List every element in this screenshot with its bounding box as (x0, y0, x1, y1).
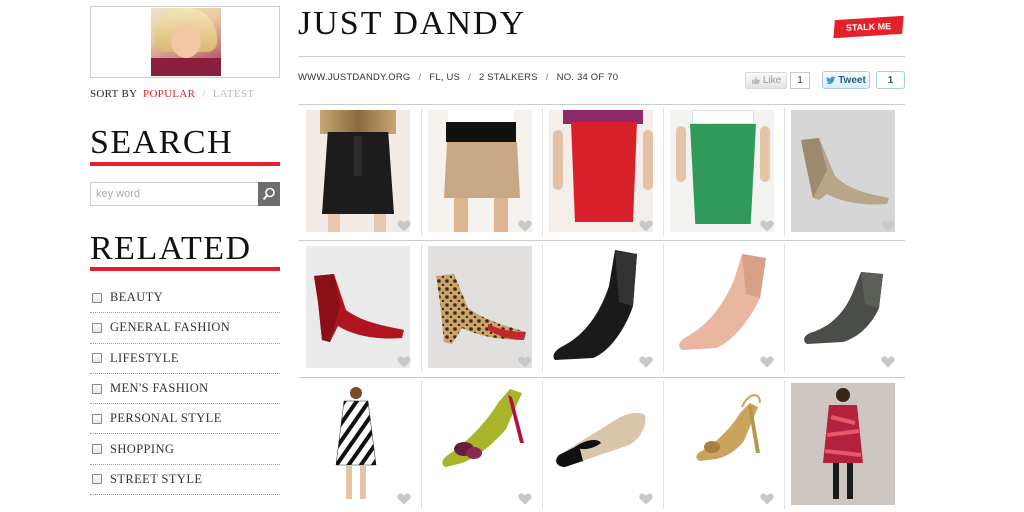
related-item-label: MEN'S FASHION (110, 381, 209, 396)
heart-icon[interactable] (397, 493, 411, 505)
sort-label: SORT BY (90, 88, 137, 100)
checkbox[interactable] (92, 413, 102, 424)
heart-icon[interactable] (639, 220, 653, 232)
heart-icon[interactable] (760, 220, 774, 232)
product-card-glitter-slingback[interactable] (663, 381, 778, 509)
facebook-like-button[interactable]: Like (745, 72, 787, 89)
tweet-label: Tweet (838, 74, 866, 86)
product-card-red-print-dress[interactable] (784, 381, 899, 509)
tweet-button[interactable]: Tweet (822, 71, 870, 89)
header-divider (298, 56, 905, 57)
related-category-list: BEAUTY GENERAL FASHION LIFESTYLE MEN'S F… (90, 283, 280, 496)
product-card-green-bow-pump[interactable] (421, 381, 536, 509)
red-pencil-skirt-image[interactable] (549, 110, 653, 232)
heart-icon[interactable] (760, 356, 774, 368)
zebra-dress-image[interactable] (306, 383, 410, 505)
checkbox[interactable] (92, 353, 102, 364)
heart-icon[interactable] (397, 220, 411, 232)
sort-controls: SORT BY POPULAR / LATEST (90, 88, 254, 100)
checkbox[interactable] (92, 474, 102, 485)
product-card-black-suede-wedge[interactable] (542, 244, 657, 372)
heart-icon[interactable] (639, 493, 653, 505)
red-suede-wedge-image[interactable] (306, 246, 410, 368)
product-card-red-pencil-skirt[interactable] (542, 108, 657, 236)
heart-icon[interactable] (397, 356, 411, 368)
product-card-red-suede-wedge[interactable] (300, 244, 415, 372)
sort-popular-link[interactable]: POPULAR (143, 88, 195, 100)
checkbox[interactable] (92, 444, 102, 455)
stalkers-count[interactable]: 2 STALKERS (479, 72, 538, 83)
heart-icon[interactable] (881, 356, 895, 368)
related-item-label: LIFESTYLE (110, 350, 179, 365)
stalk-me-button[interactable]: STALK ME (833, 16, 905, 38)
related-heading: RELATED (90, 230, 252, 267)
related-item-personal-style[interactable]: PERSONAL STYLE (90, 404, 280, 435)
thumbs-up-icon (751, 76, 760, 85)
twitter-bird-icon (826, 76, 836, 84)
related-item-label: PERSONAL STYLE (110, 411, 222, 426)
sort-separator: / (202, 88, 206, 100)
product-card-leopard-wedge[interactable] (421, 244, 536, 372)
leopard-wedge-image[interactable] (428, 246, 532, 368)
related-item-mens-fashion[interactable]: MEN'S FASHION (90, 374, 280, 405)
heart-icon[interactable] (639, 356, 653, 368)
tan-leather-skirt-image[interactable] (428, 110, 532, 232)
like-label: Like (762, 75, 782, 86)
sort-latest-link[interactable]: LATEST (213, 88, 255, 100)
heart-icon[interactable] (518, 356, 532, 368)
heart-icon[interactable] (881, 493, 895, 505)
search-button[interactable] (258, 182, 280, 206)
search-icon (262, 187, 275, 201)
related-heading-underline (90, 267, 280, 271)
red-print-dress-image[interactable] (791, 383, 895, 505)
product-card-bow-flat[interactable] (542, 381, 657, 509)
related-item-label: BEAUTY (110, 290, 164, 305)
product-card-nude-patent-wedge[interactable] (663, 244, 778, 372)
green-bow-pump-image[interactable] (428, 383, 532, 505)
avatar[interactable] (151, 8, 221, 76)
product-grid (300, 108, 905, 509)
black-suede-wedge-image[interactable] (549, 246, 653, 368)
product-card-zebra-dress[interactable] (300, 381, 415, 509)
gold-wedge-shoe-image[interactable] (791, 110, 895, 232)
heart-icon[interactable] (518, 220, 532, 232)
heart-icon[interactable] (881, 220, 895, 232)
like-count: 1 (790, 72, 810, 89)
profile-photo-frame (90, 6, 280, 78)
glitter-slingback-image[interactable] (670, 383, 774, 505)
product-card-gold-wedge-shoe[interactable] (784, 108, 899, 236)
bow-flat-image[interactable] (549, 383, 653, 505)
product-card-black-skirt[interactable] (300, 108, 415, 236)
search-heading: SEARCH (90, 124, 234, 161)
related-item-label: GENERAL FASHION (110, 320, 231, 335)
heart-icon[interactable] (760, 493, 774, 505)
heart-icon[interactable] (518, 493, 532, 505)
nude-patent-wedge-image[interactable] (670, 246, 774, 368)
checkbox[interactable] (92, 292, 102, 303)
related-item-beauty[interactable]: BEAUTY (90, 283, 280, 314)
grey-patent-wedge-image[interactable] (791, 246, 895, 368)
grid-divider (298, 104, 905, 105)
product-card-tan-leather-skirt[interactable] (421, 108, 536, 236)
related-item-street-style[interactable]: STREET STYLE (90, 465, 280, 496)
search-input[interactable] (90, 182, 258, 206)
related-item-label: SHOPPING (110, 441, 175, 456)
checkbox[interactable] (92, 322, 102, 333)
site-url-link[interactable]: WWW.JUSTDANDY.ORG (298, 72, 410, 83)
rank-text: NO. 34 OF 70 (556, 72, 619, 83)
tweet-count: 1 (876, 71, 905, 89)
checkbox[interactable] (92, 383, 102, 394)
black-skirt-image[interactable] (306, 110, 410, 232)
green-pencil-skirt-image[interactable] (670, 110, 774, 232)
search-heading-underline (90, 162, 280, 166)
related-item-shopping[interactable]: SHOPPING (90, 434, 280, 465)
related-item-general-fashion[interactable]: GENERAL FASHION (90, 313, 280, 344)
related-item-label: STREET STYLE (110, 471, 203, 486)
profile-meta: WWW.JUSTDANDY.ORG / FL, US/2 STALKERS / NO. … (298, 72, 619, 83)
location-text: FL, US (429, 72, 461, 83)
site-title[interactable]: JUST DANDY (298, 5, 526, 43)
related-item-lifestyle[interactable]: LIFESTYLE (90, 344, 280, 374)
product-card-grey-patent-wedge[interactable] (784, 244, 899, 372)
product-card-green-pencil-skirt[interactable] (663, 108, 778, 236)
